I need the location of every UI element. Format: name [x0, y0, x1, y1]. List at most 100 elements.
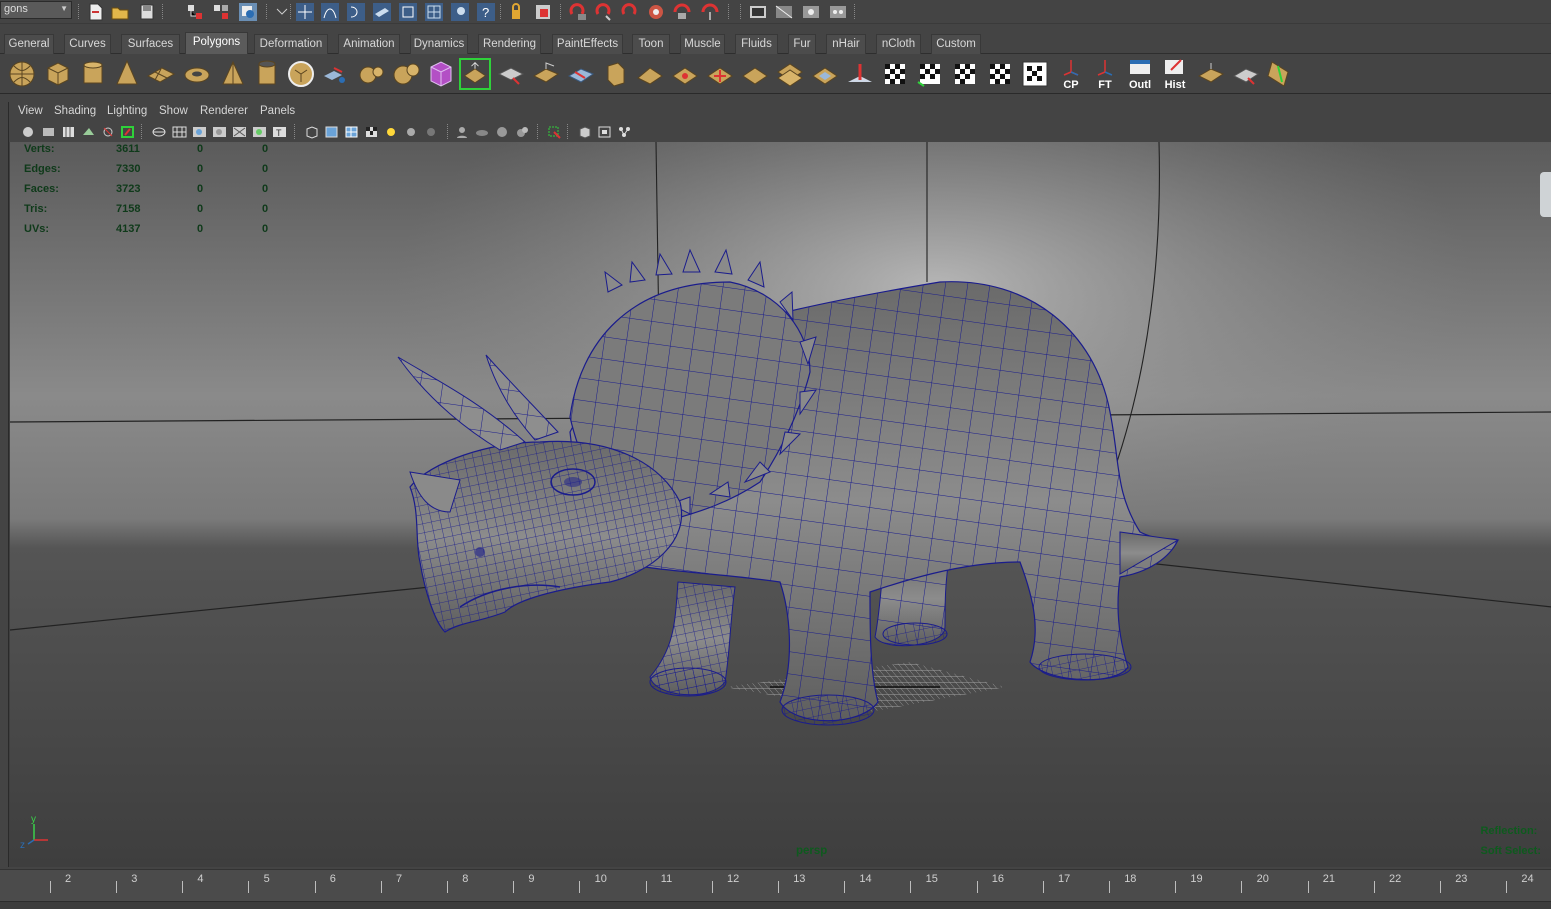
render-view-icon[interactable] — [700, 2, 720, 22]
bookmark-icon[interactable] — [61, 125, 76, 139]
chamfer-icon[interactable] — [774, 58, 806, 90]
extrude-selected-frame[interactable] — [459, 58, 491, 90]
isolate-icon[interactable] — [455, 125, 470, 139]
hypershade-icon[interactable] — [617, 125, 632, 139]
side-panel-tab[interactable] — [1540, 172, 1551, 217]
select-hierarchy-icon[interactable] — [185, 2, 205, 22]
transfer-attributes-icon[interactable] — [1230, 58, 1262, 90]
snap-live-icon[interactable] — [398, 2, 418, 22]
tab-painteffects[interactable]: PaintEffects — [552, 34, 623, 54]
poly-cone-icon[interactable] — [111, 58, 143, 90]
duplicate-face-icon[interactable] — [809, 58, 841, 90]
textures-icon[interactable]: T — [272, 125, 287, 139]
menu-panels[interactable]: Panels — [260, 105, 295, 117]
render-globals-icon[interactable] — [801, 2, 821, 22]
sculpt-icon[interactable] — [844, 58, 876, 90]
make-live-icon[interactable] — [450, 2, 470, 22]
xray-joints-icon[interactable] — [547, 125, 562, 139]
uv-checker-icon-4[interactable] — [984, 58, 1016, 90]
no-lights-icon[interactable] — [424, 125, 439, 139]
wireframe-cube-icon[interactable] — [304, 125, 319, 139]
shadows-icon[interactable] — [252, 125, 267, 139]
append-polygon-icon[interactable] — [530, 58, 562, 90]
time-slider[interactable]: 2 3 4 5 6 7 8 9 10 11 12 13 14 15 16 17 18 19 20 21 22 23 24 — [0, 869, 1551, 909]
save-scene-icon[interactable] — [137, 2, 157, 22]
uv-checker-icon-1[interactable] — [879, 58, 911, 90]
tab-custom[interactable]: Custom — [931, 34, 981, 54]
tab-muscle[interactable]: Muscle — [680, 34, 725, 54]
new-scene-icon[interactable] — [86, 2, 106, 22]
bridge-icon[interactable] — [495, 58, 527, 90]
poly-soccer-ball-icon[interactable] — [285, 58, 317, 90]
tab-deformation[interactable]: Deformation — [254, 34, 328, 54]
tab-general[interactable]: General — [4, 34, 54, 54]
menu-view[interactable]: View — [18, 105, 43, 117]
menu-renderer[interactable]: Renderer — [200, 105, 248, 117]
soft-select-icon[interactable] — [672, 2, 692, 22]
bevel-icon[interactable] — [739, 58, 771, 90]
poly-torus-icon[interactable] — [181, 58, 213, 90]
uv-checker-icon-2[interactable] — [914, 58, 946, 90]
smooth-shade-icon[interactable] — [192, 125, 207, 139]
output-ops-icon[interactable] — [594, 2, 614, 22]
merge-verts-icon[interactable] — [669, 58, 701, 90]
single-view-icon[interactable] — [577, 125, 592, 139]
poly-sphere-icon[interactable] — [6, 58, 38, 90]
tab-rendering[interactable]: Rendering — [478, 34, 541, 54]
snap-curve-icon[interactable] — [320, 2, 340, 22]
range-slider[interactable] — [0, 901, 1551, 909]
2d-pan-zoom-icon[interactable] — [101, 125, 116, 139]
poly-prism-icon[interactable] — [217, 58, 249, 90]
lock-icon[interactable] — [506, 2, 526, 22]
default-light-icon[interactable] — [384, 125, 399, 139]
checker-texture-icon[interactable] — [364, 125, 379, 139]
smooth-proxy-icon[interactable] — [425, 58, 457, 90]
uv-checker-icon-5[interactable] — [1019, 58, 1051, 90]
grease-pencil-icon[interactable] — [120, 125, 135, 139]
uv-checker-icon-3[interactable] — [949, 58, 981, 90]
select-camera-icon[interactable] — [21, 125, 36, 139]
poly-pipe-icon[interactable] — [251, 58, 283, 90]
tab-nhair[interactable]: nHair — [826, 34, 866, 54]
poly-cube-icon[interactable] — [42, 58, 74, 90]
menu-shading[interactable]: Shading — [54, 105, 96, 117]
offset-edge-icon[interactable] — [634, 58, 666, 90]
tab-surfaces[interactable]: Surfaces — [121, 34, 180, 54]
separate-icon[interactable] — [356, 58, 388, 90]
sym-icon[interactable] — [646, 2, 666, 22]
select-component-icon[interactable] — [238, 2, 258, 22]
select-object-icon[interactable] — [211, 2, 231, 22]
cp-button[interactable]: CP — [1055, 58, 1087, 91]
time-slider-track[interactable]: 2 3 4 5 6 7 8 9 10 11 12 13 14 15 16 17 18 19 20 21 22 23 24 — [0, 869, 1551, 901]
snap-view-plane-icon[interactable] — [372, 2, 392, 22]
construction-history-icon[interactable] — [533, 2, 553, 22]
snap-grid-icon[interactable] — [295, 2, 315, 22]
multisample-icon[interactable] — [515, 125, 530, 139]
render-settings-icon[interactable] — [828, 2, 848, 22]
ft-button[interactable]: FT — [1089, 58, 1121, 91]
motion-blur-icon[interactable] — [495, 125, 510, 139]
outliner-button[interactable]: Outl — [1124, 58, 1156, 91]
snap-point-icon[interactable] — [346, 2, 366, 22]
tab-ncloth[interactable]: nCloth — [876, 34, 921, 54]
poly-cylinder-icon[interactable] — [77, 58, 109, 90]
flat-shade-icon[interactable] — [212, 125, 227, 139]
insert-edge-loop-icon[interactable] — [600, 58, 632, 90]
smooth-cube-icon[interactable] — [324, 125, 339, 139]
persp-viewport[interactable]: Verts: 3611 0 0 Edges: 7330 0 0 Faces: 3… — [10, 142, 1551, 867]
smooth-icon[interactable] — [391, 58, 423, 90]
wireframe-icon[interactable] — [152, 125, 167, 139]
help-icon[interactable]: ? — [476, 2, 496, 22]
input-ops-icon[interactable] — [568, 2, 588, 22]
render-current-icon[interactable] — [748, 2, 768, 22]
wire-on-shaded-icon[interactable] — [344, 125, 359, 139]
four-view-icon[interactable] — [597, 125, 612, 139]
uv-editor-icon[interactable] — [1195, 58, 1227, 90]
menu-lighting[interactable]: Lighting — [107, 105, 147, 117]
tab-curves[interactable]: Curves — [64, 34, 111, 54]
render-ipr-icon[interactable] — [774, 2, 794, 22]
tab-toon[interactable]: Toon — [632, 34, 670, 54]
collapse-icon[interactable] — [704, 58, 736, 90]
history-button[interactable]: Hist — [1159, 58, 1191, 91]
tab-fur[interactable]: Fur — [788, 34, 816, 54]
